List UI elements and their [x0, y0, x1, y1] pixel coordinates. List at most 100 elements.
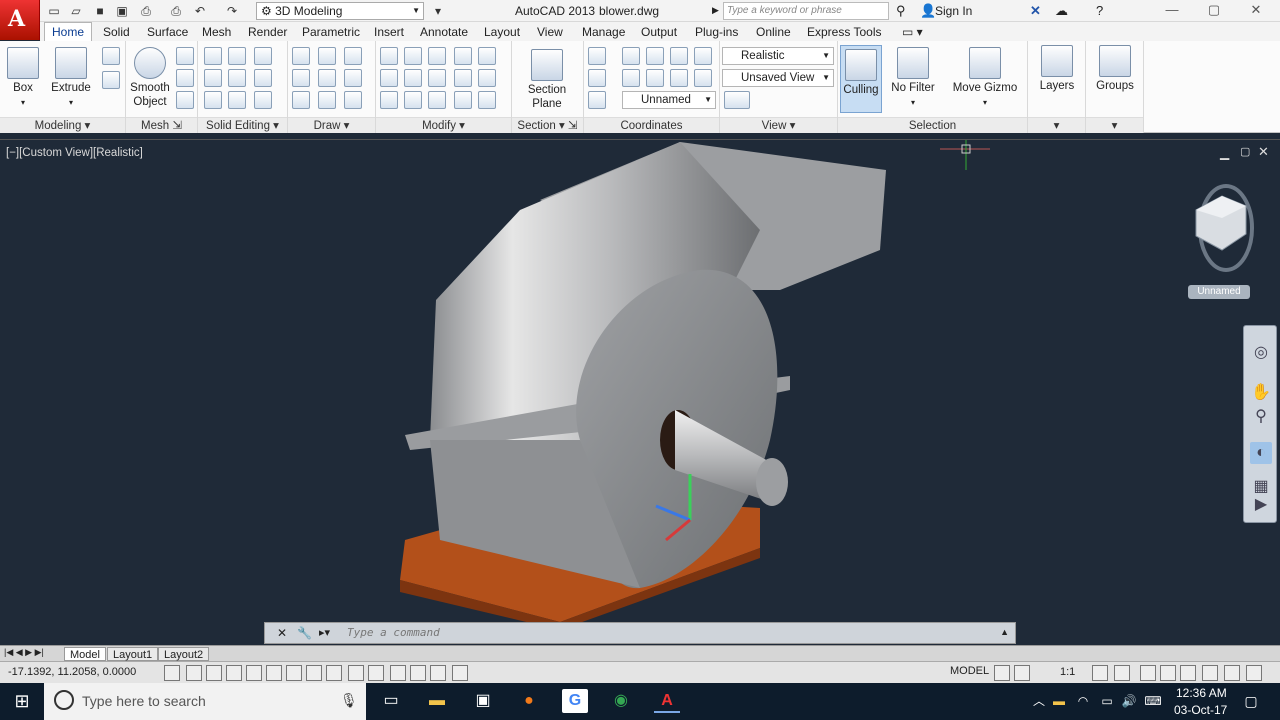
- microphone-icon[interactable]: 🎙: [340, 692, 358, 709]
- section-plane-button[interactable]: Section Plane: [524, 49, 570, 111]
- play-icon[interactable]: ▶: [1250, 494, 1272, 516]
- viewcube-ucs-menu[interactable]: Unnamed: [1188, 285, 1250, 299]
- slice-icon[interactable]: [254, 47, 272, 65]
- mesh-smooth-more-icon[interactable]: [176, 47, 194, 65]
- array-icon[interactable]: [478, 91, 496, 109]
- save-as-icon[interactable]: ▣: [114, 3, 130, 19]
- snap-icon[interactable]: [186, 665, 202, 681]
- viewport-config-icon[interactable]: [724, 91, 750, 109]
- ucs-origin-icon[interactable]: [588, 69, 606, 87]
- transparency-icon[interactable]: [390, 665, 406, 681]
- explorer-tray-icon[interactable]: ▬: [1046, 689, 1072, 713]
- fillet-edge-icon[interactable]: [380, 47, 398, 65]
- ucs-x-icon[interactable]: [670, 47, 688, 65]
- volume-icon[interactable]: 🔊: [1116, 689, 1142, 713]
- sign-in-button[interactable]: Sign In: [935, 4, 972, 18]
- groups-expand[interactable]: ▾: [1086, 117, 1143, 133]
- 3d-osnap-icon[interactable]: [286, 665, 302, 681]
- annotation-visibility-icon[interactable]: [1092, 665, 1108, 681]
- close-command-icon[interactable]: ✕: [277, 626, 287, 640]
- ucs-icon[interactable]: [588, 47, 606, 65]
- hardware-acceleration-icon[interactable]: [1202, 665, 1218, 681]
- command-prompt-icon[interactable]: ▸▾: [319, 626, 330, 639]
- copy-icon[interactable]: [478, 47, 496, 65]
- taskbar-search-box[interactable]: Type here to search 🎙: [44, 683, 366, 720]
- tab-output[interactable]: Output: [641, 25, 677, 39]
- clock-date[interactable]: 03-Oct-17: [1174, 703, 1227, 717]
- intersect-icon[interactable]: [204, 91, 222, 109]
- network-icon[interactable]: ◠: [1070, 689, 1096, 713]
- tab-online[interactable]: Online: [756, 25, 791, 39]
- tab-layout1[interactable]: Layout1: [107, 647, 159, 661]
- ucs-world-icon[interactable]: [622, 47, 640, 65]
- plot-icon[interactable]: ⎙: [138, 3, 154, 19]
- ucs-y-icon[interactable]: [694, 47, 712, 65]
- maximize-icon[interactable]: ▢: [1202, 2, 1226, 18]
- mesh-panel-label[interactable]: Mesh ⇲: [126, 117, 197, 133]
- tab-view[interactable]: View: [537, 25, 563, 39]
- rotate-icon[interactable]: [428, 69, 446, 87]
- redo-icon[interactable]: ↷: [224, 3, 240, 19]
- lock-icon[interactable]: [1160, 665, 1176, 681]
- dyn-icon[interactable]: [348, 665, 364, 681]
- ucs-view-icon[interactable]: [646, 69, 664, 87]
- ucs-zaxis-icon[interactable]: [694, 69, 712, 87]
- action-center-icon[interactable]: ▢: [1238, 689, 1264, 713]
- tab-render[interactable]: Render: [248, 25, 287, 39]
- shell-icon[interactable]: [254, 91, 272, 109]
- tab-mesh[interactable]: Mesh: [202, 25, 231, 39]
- tab-surface[interactable]: Surface: [147, 25, 188, 39]
- search-expand-icon[interactable]: ▶: [712, 5, 719, 16]
- polar-icon[interactable]: [246, 665, 262, 681]
- culling-button[interactable]: Culling: [840, 45, 882, 113]
- ucs-face-icon[interactable]: [622, 69, 640, 87]
- hatch-icon[interactable]: [454, 91, 472, 109]
- solid-editing-panel-label[interactable]: Solid Editing ▾: [198, 117, 287, 133]
- viewcube[interactable]: [1195, 184, 1254, 272]
- ucs-z-icon[interactable]: [670, 69, 688, 87]
- layers-expand[interactable]: ▾: [1028, 117, 1085, 133]
- no-filter-button[interactable]: No Filter ▾: [888, 47, 938, 110]
- tab-parametric[interactable]: Parametric: [302, 25, 360, 39]
- 3d-rotate-icon[interactable]: [404, 69, 422, 87]
- erase-icon[interactable]: [380, 91, 398, 109]
- ucs-icon-properties-icon[interactable]: [588, 91, 606, 109]
- customize-quick-access-icon[interactable]: ▾: [430, 3, 446, 19]
- binoculars-icon[interactable]: ⚲: [896, 3, 906, 19]
- scale-icon[interactable]: [428, 91, 446, 109]
- quick-properties-icon[interactable]: [410, 665, 426, 681]
- extrude-button[interactable]: Extrude ▾: [50, 47, 92, 110]
- clock-time[interactable]: 12:36 AM: [1176, 686, 1227, 700]
- otrack-icon[interactable]: [306, 665, 322, 681]
- thicken-icon[interactable]: [228, 91, 246, 109]
- store-icon[interactable]: ▣: [470, 689, 496, 713]
- file-explorer-icon[interactable]: ▬: [424, 689, 450, 713]
- spline-icon[interactable]: [292, 69, 310, 87]
- polyline-icon[interactable]: [318, 69, 336, 87]
- separate-icon[interactable]: [228, 69, 246, 87]
- polysolid-icon[interactable]: [102, 71, 120, 89]
- search-input[interactable]: Type a keyword or phrase: [723, 2, 889, 20]
- mesh-refine-icon[interactable]: [176, 91, 194, 109]
- open-file-icon[interactable]: ▱: [68, 3, 84, 19]
- layout-nav-icon[interactable]: |◀ ◀ ▶ ▶|: [4, 647, 44, 658]
- tab-solid[interactable]: Solid: [103, 25, 130, 39]
- line-icon[interactable]: [292, 47, 310, 65]
- ribbon-minimize-icon[interactable]: ▭ ▾: [902, 25, 923, 39]
- workspace-selector[interactable]: ⚙ 3D Modeling ▼: [256, 2, 424, 20]
- keyboard-icon[interactable]: ⌨: [1140, 689, 1166, 713]
- tab-insert[interactable]: Insert: [374, 25, 404, 39]
- 3d-polyline-icon[interactable]: [318, 47, 336, 65]
- presspull-icon[interactable]: [102, 47, 120, 65]
- model-space-toggle[interactable]: MODEL: [950, 665, 989, 677]
- fillet-icon[interactable]: [478, 69, 496, 87]
- rectangle-icon[interactable]: [318, 91, 336, 109]
- ucs-3point-icon[interactable]: [646, 47, 664, 65]
- interfere-icon[interactable]: [254, 69, 272, 87]
- command-input[interactable]: Type a command: [347, 625, 987, 641]
- annotation-scale[interactable]: 1:1: [1060, 666, 1075, 678]
- save-icon[interactable]: ■: [92, 3, 108, 19]
- command-history-icon[interactable]: ▲: [1000, 627, 1009, 637]
- google-icon[interactable]: G: [562, 689, 588, 713]
- performance-icon[interactable]: [1180, 665, 1196, 681]
